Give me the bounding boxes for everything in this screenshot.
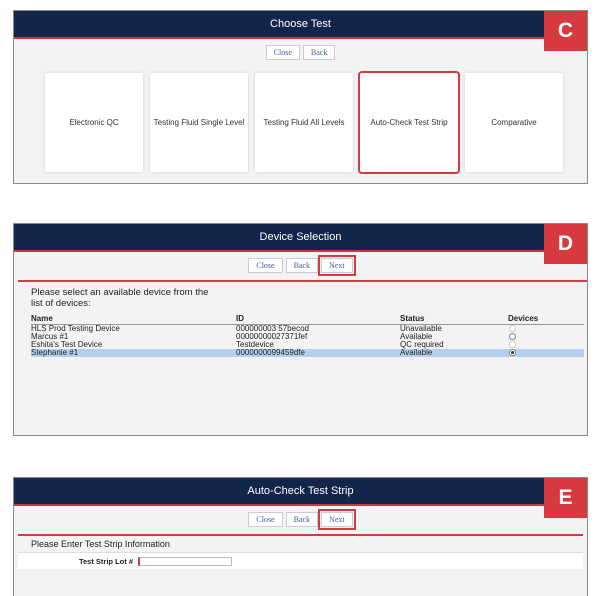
table-row[interactable]: HLS Prod Testing Device 000000003 57beco… xyxy=(31,325,584,333)
table-row-selected[interactable]: Stephanie #1 0000000099459dfe Available xyxy=(31,349,584,357)
choose-test-title: Choose Test xyxy=(14,11,587,39)
device-selection-title: Device Selection xyxy=(14,224,587,252)
close-button[interactable]: Close xyxy=(248,512,283,527)
device-id: 0000000099459dfe xyxy=(236,348,305,357)
table-row[interactable]: Marcus #1 00000000027371fef Available xyxy=(31,333,584,341)
auto-check-test-strip-panel: Auto-Check Test Strip E Close Back Next … xyxy=(13,477,588,596)
back-button[interactable]: Back xyxy=(302,45,336,60)
card-testing-fluid-all-levels[interactable]: Testing Fluid All Levels xyxy=(255,73,353,172)
step-badge-d: D xyxy=(544,224,587,264)
device-radio-selected[interactable] xyxy=(509,349,516,357)
test-strip-section-title: Please Enter Test Strip Information xyxy=(18,534,583,552)
close-button[interactable]: Close xyxy=(265,45,300,60)
table-row[interactable]: Eshita's Test Device Testdevice QC requi… xyxy=(31,341,584,349)
choose-test-panel: Choose Test C Close Back Electronic QC T… xyxy=(13,10,588,184)
device-selection-panel: Device Selection D Close Back Next Pleas… xyxy=(13,223,588,436)
step-badge-e: E xyxy=(544,478,587,518)
next-button[interactable]: Next xyxy=(318,255,356,276)
choose-test-buttons: Close Back xyxy=(14,45,587,60)
device-selection-buttons: Close Back Next xyxy=(14,255,587,276)
next-button[interactable]: Next xyxy=(318,509,356,530)
test-strip-lot-label: Test Strip Lot # xyxy=(78,556,133,566)
back-button[interactable]: Back xyxy=(285,258,319,273)
step-badge-c: C xyxy=(544,11,587,51)
back-button[interactable]: Back xyxy=(285,512,319,527)
device-name: Stephanie #1 xyxy=(31,348,79,357)
device-radio[interactable] xyxy=(509,333,516,341)
device-radio xyxy=(509,325,516,333)
auto-check-title: Auto-Check Test Strip xyxy=(14,478,587,506)
device-status: Available xyxy=(400,348,433,357)
test-card-list: Electronic QC Testing Fluid Single Level… xyxy=(45,71,563,174)
col-id[interactable]: ID xyxy=(236,315,400,324)
test-strip-lot-input[interactable] xyxy=(138,556,232,566)
device-radio xyxy=(509,341,516,349)
col-status[interactable]: Status xyxy=(400,315,508,324)
col-name[interactable]: Name xyxy=(31,315,236,324)
card-auto-check-test-strip[interactable]: Auto-Check Test Strip xyxy=(358,71,460,174)
device-table: Name ID Status Devices HLS Prod Testing … xyxy=(31,315,584,357)
card-electronic-qc[interactable]: Electronic QC xyxy=(45,73,143,172)
card-comparative[interactable]: Comparative xyxy=(465,73,563,172)
test-strip-lot-row: Test Strip Lot # xyxy=(18,552,583,569)
card-testing-fluid-single-level[interactable]: Testing Fluid Single Level xyxy=(150,73,248,172)
col-devices[interactable]: Devices xyxy=(508,315,568,324)
close-button[interactable]: Close xyxy=(248,258,283,273)
device-prompt: Please select an available device from t… xyxy=(31,287,209,309)
auto-check-buttons: Close Back Next xyxy=(14,509,587,530)
